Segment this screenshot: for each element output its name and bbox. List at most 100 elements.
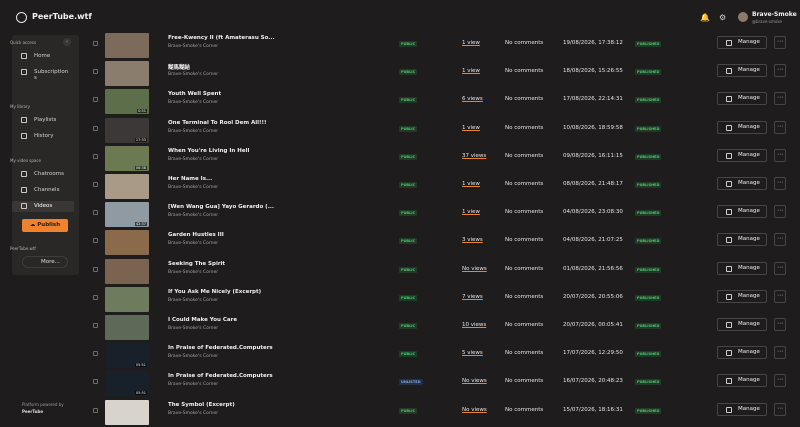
manage-button[interactable]: Manage [717,233,767,247]
more-actions-button[interactable]: ⋯ [774,374,786,388]
views-link[interactable]: 7 views [462,294,483,300]
views-link[interactable]: 37 views [462,153,486,159]
video-thumbnail[interactable] [105,315,149,340]
more-actions-button[interactable]: ⋯ [774,64,786,78]
video-title[interactable]: Garden Hustles III [168,232,283,238]
views-link[interactable]: 1 view [462,209,480,215]
row-checkbox[interactable] [93,41,98,46]
video-thumbnail[interactable] [105,258,149,284]
video-thumbnail[interactable]: 0:51 [105,89,149,115]
row-checkbox[interactable] [93,153,98,159]
video-title[interactable]: The Symbol (Excerpt) [168,402,283,408]
row-checkbox[interactable] [93,351,98,357]
manage-button[interactable]: Manage [717,36,767,49]
more-actions-button[interactable]: ⋯ [774,205,786,219]
row-checkbox[interactable] [93,266,98,272]
manage-button[interactable]: Manage [717,205,767,219]
bell-icon[interactable]: 🔔 [700,13,710,22]
channel-name[interactable]: Brave-Smoke's Corner [168,298,218,303]
more-actions-button[interactable]: ⋯ [774,148,786,162]
manage-button[interactable]: Manage [717,148,767,162]
video-title[interactable]: In Praise of Federated.Computers [168,373,283,379]
sidebar-item-subscriptions[interactable]: Subscription s [12,67,74,89]
manage-button[interactable]: Manage [717,402,767,416]
channel-name[interactable]: Brave-Smoke's Corner [168,354,218,359]
channel-name[interactable]: Brave-Smoke's Corner [168,213,218,218]
more-actions-button[interactable]: ⋯ [774,233,786,247]
more-actions-button[interactable]: ⋯ [774,261,786,275]
more-actions-button[interactable]: ⋯ [774,36,786,49]
views-link[interactable]: 10 views [462,322,486,328]
channel-name[interactable]: Brave-Smoke's Corner [168,100,218,105]
channel-name[interactable]: Brave-Smoke's Corner [168,157,218,162]
more-actions-button[interactable]: ⋯ [774,177,786,190]
row-checkbox[interactable] [93,97,98,103]
channel-name[interactable]: Brave-Smoke's Corner [168,241,218,246]
footer-peertube-link[interactable]: PeerTube [22,409,43,414]
video-thumbnail[interactable] [105,230,149,256]
manage-button[interactable]: Manage [717,346,767,360]
peertube-logo-icon[interactable] [16,12,27,23]
more-actions-button[interactable]: ⋯ [774,120,786,134]
user-name[interactable]: Brave-Smoke [752,11,797,18]
video-title[interactable]: [Wen Wang Gua] Yayo Gerardo (... [168,204,283,210]
video-thumbnail[interactable] [105,174,149,199]
more-actions-button[interactable]: ⋯ [774,346,786,360]
video-title[interactable]: If You Ask Me Nicely (Excerpt) [168,289,283,295]
manage-button[interactable]: Manage [717,92,767,106]
more-actions-button[interactable]: ⋯ [774,318,786,331]
manage-button[interactable]: Manage [717,261,767,275]
views-link[interactable]: 1 view [462,181,480,187]
video-thumbnail[interactable]: 17:33 [105,117,149,143]
views-link[interactable]: 5 views [462,350,483,356]
row-checkbox[interactable] [93,323,98,328]
video-thumbnail[interactable]: 05:51 [105,343,149,369]
video-title[interactable]: Youth Well Spent [168,91,283,97]
video-title[interactable]: When You're Living In Hell [168,148,283,154]
video-title[interactable]: I Could Make You Care [168,317,283,323]
row-checkbox[interactable] [93,407,98,413]
channel-name[interactable]: Brave-Smoke's Corner [168,411,218,416]
video-title[interactable]: Free-Kwency II (ft Amaterasu So... [168,35,283,41]
manage-button[interactable]: Manage [717,374,767,388]
avatar[interactable] [738,12,748,22]
manage-button[interactable]: Manage [717,120,767,134]
video-title[interactable]: In Praise of Federated.Computers [168,345,283,351]
channel-name[interactable]: Brave-Smoke's Corner [168,129,218,134]
views-link[interactable]: No views [462,407,487,413]
sidebar-item-home[interactable]: Home [12,51,74,62]
sidebar-item-channels[interactable]: Channels [12,185,74,196]
views-link[interactable]: 6 views [462,96,483,102]
sidebar-item-playlists[interactable]: Playlists [12,115,74,126]
more-actions-button[interactable]: ⋯ [774,289,786,303]
row-checkbox[interactable] [93,238,98,244]
views-link[interactable]: No views [462,378,487,384]
video-title[interactable]: One Terminal To Rool Dem All!!! [168,120,283,126]
video-title[interactable]: 糊馬糊結 [168,63,283,71]
channel-name[interactable]: Brave-Smoke's Corner [168,44,218,49]
channel-name[interactable]: Brave-Smoke's Corner [168,270,218,275]
views-link[interactable]: 1 view [462,68,480,74]
views-link[interactable]: 1 view [462,125,480,131]
views-link[interactable]: 1 view [462,40,480,46]
row-checkbox[interactable] [93,294,98,300]
video-thumbnail[interactable]: 42:37 [105,202,149,228]
manage-button[interactable]: Manage [717,318,767,331]
more-actions-button[interactable]: ⋯ [774,402,786,416]
video-thumbnail[interactable]: 06:38 [105,145,149,171]
video-thumbnail[interactable] [105,61,149,87]
sidebar-item-chatrooms[interactable]: Chatrooms [12,169,74,180]
views-link[interactable]: 3 views [462,237,483,243]
manage-button[interactable]: Manage [717,64,767,78]
row-checkbox[interactable] [93,182,98,187]
video-title[interactable]: Her Name Is... [168,176,283,182]
sidebar-item-history[interactable]: History [12,131,74,142]
more-actions-button[interactable]: ⋯ [774,92,786,106]
row-checkbox[interactable] [93,125,98,131]
manage-button[interactable]: Manage [717,177,767,190]
manage-button[interactable]: Manage [717,289,767,303]
more-button[interactable]: More... [22,256,68,268]
row-checkbox[interactable] [93,379,98,385]
publish-button[interactable]: ☁ Publish [22,219,68,232]
brand-name[interactable]: PeerTube.wtf [32,12,92,21]
